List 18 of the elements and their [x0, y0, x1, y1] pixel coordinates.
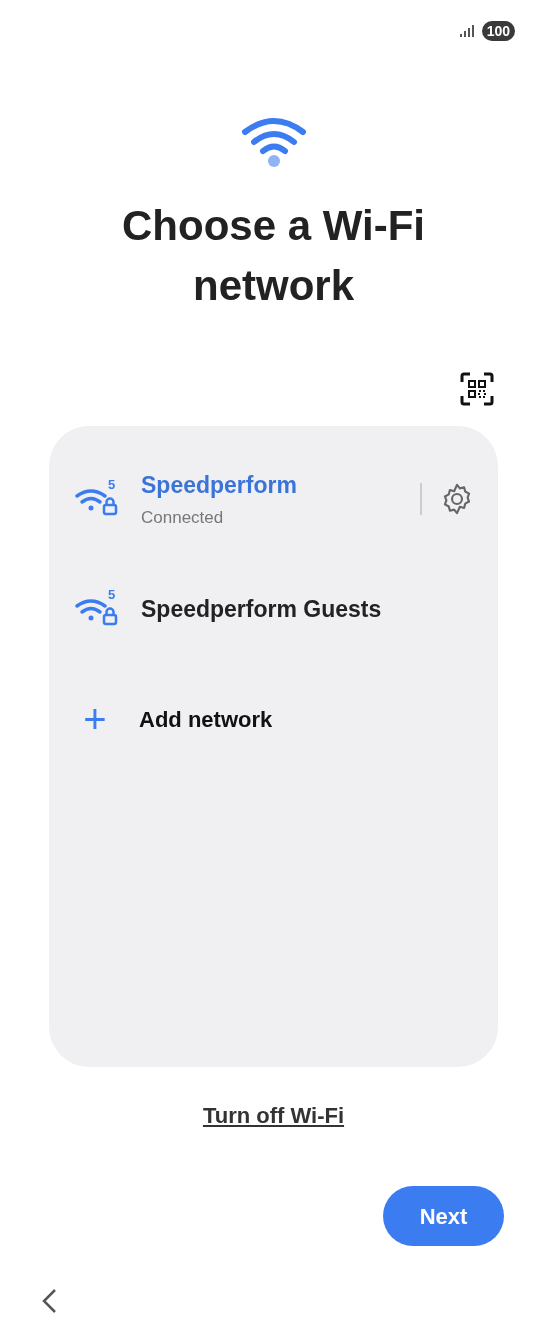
network-status: Connected [141, 506, 225, 529]
network-row[interactable]: 5 Speedperform Connected [49, 444, 498, 554]
plus-icon: + [77, 699, 113, 739]
add-network-row[interactable]: + Add network [49, 664, 498, 774]
signal-icon [459, 25, 474, 37]
qr-scan-icon[interactable] [460, 372, 494, 406]
back-icon[interactable] [40, 1288, 58, 1314]
battery-level: 100 [481, 21, 515, 41]
wifi-icon [240, 116, 307, 168]
add-network-label: Add network [139, 705, 273, 734]
network-row[interactable]: 5 Speedperform Guests [49, 554, 498, 664]
next-button[interactable]: Next [383, 1186, 504, 1246]
band-label: 5 [108, 588, 116, 602]
band-label: 5 [108, 478, 116, 492]
turn-off-wifi-link[interactable]: Turn off Wi-Fi [202, 1099, 345, 1132]
network-name: Speedperform Guests [141, 594, 383, 624]
page-title: Choose a Wi-Fi network [121, 201, 426, 311]
network-name: Speedperform [141, 471, 298, 500]
